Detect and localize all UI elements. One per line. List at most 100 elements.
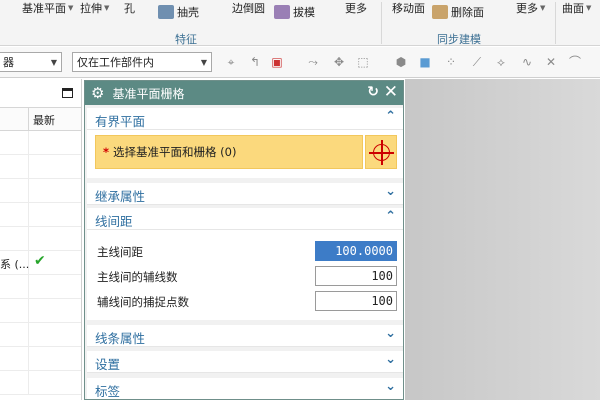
section-header[interactable]: 有界平面 ⌃ bbox=[87, 108, 403, 130]
crosshair-select-button[interactable] bbox=[365, 135, 397, 169]
table-row[interactable] bbox=[0, 203, 81, 227]
section-header[interactable]: 继承属性 ⌄ bbox=[87, 183, 403, 205]
dialog-title-bar[interactable]: ⚙ 基准平面栅格 ↻ ✕ bbox=[85, 81, 403, 105]
section-line-properties: 线条属性 ⌄ bbox=[87, 325, 403, 347]
box-select-icon[interactable]: ⬚ bbox=[356, 55, 370, 69]
column-divider bbox=[28, 203, 29, 226]
row-label: 系 (... bbox=[0, 258, 30, 271]
ribbon-draft-button[interactable]: 拔模 bbox=[274, 4, 315, 20]
section-header[interactable]: 线间距 ⌃ bbox=[87, 208, 403, 230]
column-divider bbox=[28, 275, 29, 298]
delete-face-icon bbox=[432, 5, 448, 19]
curve-rule-icon[interactable]: ⤳ bbox=[306, 55, 320, 69]
solid-icon[interactable]: ⬢ bbox=[394, 55, 408, 69]
ribbon-item-label: 孔 bbox=[124, 2, 135, 15]
intersect-icon[interactable]: ✕ bbox=[544, 55, 558, 69]
ribbon-divider bbox=[555, 2, 556, 44]
table-row[interactable] bbox=[0, 299, 81, 323]
section-title: 有界平面 bbox=[95, 114, 146, 129]
ribbon-delete-face-button[interactable]: 删除面 bbox=[432, 4, 484, 20]
caret-icon: ▼ bbox=[540, 4, 546, 12]
move-icon[interactable]: ✥ bbox=[332, 55, 346, 69]
line-icon[interactable]: ⟋ bbox=[470, 55, 484, 69]
chevron-down-icon[interactable]: ⌄ bbox=[385, 326, 396, 341]
table-row[interactable] bbox=[0, 179, 81, 203]
pick-icon[interactable]: ↰ bbox=[248, 55, 262, 69]
minor-lines-label: 主线间的辅线数 bbox=[97, 270, 178, 284]
ribbon-surface-button[interactable]: 曲面 ▼ bbox=[562, 0, 591, 16]
ribbon-edge-blend-button[interactable]: 边倒圆 bbox=[232, 0, 265, 16]
ribbon-more-button[interactable]: 更多 bbox=[345, 0, 367, 16]
snap-points-input[interactable]: 100 bbox=[315, 291, 397, 311]
selection-scope-combo[interactable]: 仅在工作部件内 ▼ bbox=[72, 52, 212, 72]
table-row[interactable] bbox=[0, 131, 81, 155]
column-divider bbox=[28, 347, 29, 370]
table-row[interactable] bbox=[0, 275, 81, 299]
section-title: 线间距 bbox=[95, 214, 133, 229]
select-datum-plane-field[interactable]: * 选择基准平面和栅格 (0) bbox=[95, 135, 363, 169]
section-label: 标签 ⌄ bbox=[87, 378, 403, 399]
navigator-topbar bbox=[0, 79, 81, 107]
reset-icon[interactable]: ↻ bbox=[367, 84, 379, 100]
ribbon-hole-button[interactable]: 孔 bbox=[124, 0, 135, 16]
close-icon[interactable]: ✕ bbox=[384, 82, 398, 102]
chevron-down-icon: ▼ bbox=[200, 57, 207, 67]
column-divider bbox=[28, 131, 29, 154]
required-star-icon: * bbox=[103, 145, 110, 159]
column-header-latest[interactable]: 最新 bbox=[33, 112, 55, 128]
graphics-window[interactable] bbox=[405, 79, 600, 400]
part-navigator: 最新 系 (... ✔ bbox=[0, 79, 82, 400]
arc-icon[interactable]: ⌒ bbox=[568, 55, 582, 69]
ribbon-sync-more-button[interactable]: 更多 ▼ bbox=[516, 0, 545, 16]
ribbon-item-label: 基准平面 bbox=[22, 2, 66, 15]
select-box-icon[interactable]: ▣ bbox=[270, 55, 284, 69]
ribbon-item-label: 删除面 bbox=[451, 6, 484, 19]
minor-lines-input[interactable]: 100 bbox=[315, 266, 397, 286]
section-title: 标签 bbox=[95, 384, 121, 399]
points-icon[interactable]: ⁘ bbox=[444, 55, 458, 69]
section-bounded-plane: 有界平面 ⌃ * 选择基准平面和栅格 (0) bbox=[87, 108, 403, 178]
table-row[interactable] bbox=[0, 227, 81, 251]
snap-icon[interactable]: ⌖ bbox=[224, 55, 238, 69]
ribbon-divider bbox=[381, 2, 382, 44]
section-header[interactable]: 设置 ⌄ bbox=[87, 351, 403, 373]
column-divider bbox=[28, 227, 29, 250]
type-filter-combo[interactable]: 器 ▼ bbox=[0, 52, 62, 72]
chevron-down-icon[interactable]: ⌄ bbox=[385, 352, 396, 367]
section-settings: 设置 ⌄ bbox=[87, 351, 403, 373]
crosshair-vertical bbox=[381, 140, 383, 165]
major-spacing-label: 主线间距 bbox=[97, 245, 143, 259]
column-divider bbox=[28, 323, 29, 346]
section-header[interactable]: 标签 ⌄ bbox=[87, 378, 403, 399]
ribbon-extrude-button[interactable]: 拉伸 ▼ bbox=[80, 0, 109, 16]
tangent-icon[interactable]: ∿ bbox=[520, 55, 534, 69]
table-row[interactable] bbox=[0, 347, 81, 371]
column-divider bbox=[28, 179, 29, 202]
table-row[interactable] bbox=[0, 155, 81, 179]
ribbon-datum-plane-button[interactable]: 基准平面 ▼ bbox=[22, 0, 73, 16]
chevron-up-icon[interactable]: ⌃ bbox=[385, 109, 396, 124]
section-header[interactable]: 线条属性 ⌄ bbox=[87, 325, 403, 347]
column-divider bbox=[28, 371, 29, 394]
checkmark-icon: ✔ bbox=[34, 253, 46, 269]
ribbon: 基准平面 ▼ 拉伸 ▼ 孔 抽壳 边倒圆 拔模 更多 特征 移动面 删除面 更多 ▼ … bbox=[0, 0, 600, 46]
table-row[interactable]: 系 (... ✔ bbox=[0, 251, 81, 275]
table-row[interactable] bbox=[0, 371, 81, 395]
column-divider bbox=[28, 299, 29, 322]
major-spacing-input[interactable]: 100.0000 bbox=[315, 241, 397, 261]
ribbon-shell-button[interactable]: 抽壳 bbox=[158, 4, 199, 20]
gear-icon[interactable]: ⚙ bbox=[91, 84, 104, 102]
spline-icon[interactable]: ⟡ bbox=[494, 55, 508, 69]
selection-toolbar: 器 ▼ 仅在工作部件内 ▼ ⌖ ↰ ▣ ⤳ ✥ ⬚ ⬢ ■ ⁘ ⟋ ⟡ ∿ ✕ ⌒ bbox=[0, 47, 600, 78]
section-title: 线条属性 bbox=[95, 331, 146, 346]
chevron-down-icon[interactable]: ⌄ bbox=[385, 379, 396, 394]
caret-icon: ▼ bbox=[68, 4, 74, 12]
shell-icon bbox=[158, 5, 174, 19]
chevron-down-icon[interactable]: ⌄ bbox=[385, 184, 396, 199]
table-row[interactable] bbox=[0, 323, 81, 347]
chevron-up-icon[interactable]: ⌃ bbox=[385, 209, 396, 224]
ribbon-move-face-button[interactable]: 移动面 bbox=[392, 0, 425, 16]
maximize-icon[interactable] bbox=[62, 88, 73, 98]
cube-icon[interactable]: ■ bbox=[418, 55, 432, 69]
ribbon-item-label: 曲面 bbox=[562, 2, 584, 15]
